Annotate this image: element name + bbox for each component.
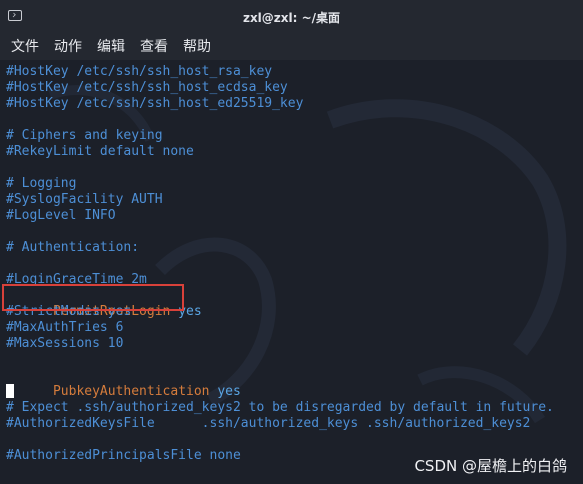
menu-bar: 文件 动作 编辑 查看 帮助 [0, 36, 583, 60]
title-bar: zxl@zxl: ~/桌面 [0, 0, 583, 36]
config-line: #AuthorizedPrincipalsFile none [6, 448, 241, 463]
directive-key: PubkeyAuthentication [52, 384, 210, 399]
config-line: #HostKey /etc/ssh/ssh_host_ed25519_key [6, 96, 304, 111]
highlight-box [2, 284, 184, 311]
config-line: # Logging [6, 176, 77, 191]
terminal-content[interactable]: #HostKey /etc/ssh/ssh_host_rsa_key #Host… [0, 60, 583, 484]
menu-action[interactable]: 动作 [54, 36, 82, 60]
window-title: zxl@zxl: ~/桌面 [242, 11, 341, 25]
csdn-watermark: CSDN @屋檐上的白鸽 [414, 457, 567, 475]
config-line: #HostKey /etc/ssh/ssh_host_rsa_key [6, 64, 273, 79]
terminal-window: zxl@zxl: ~/桌面 文件 动作 编辑 查看 帮助 #HostKey /e… [0, 0, 583, 484]
config-line: #AuthorizedKeysFile .ssh/authorized_keys… [6, 416, 531, 431]
config-line: #SyslogFacility AUTH [6, 192, 163, 207]
text-cursor [6, 384, 14, 398]
config-line: # Ciphers and keying [6, 128, 163, 143]
config-line: # Expect .ssh/authorized_keys2 to be dis… [6, 400, 554, 415]
menu-help[interactable]: 帮助 [183, 36, 211, 60]
menu-edit[interactable]: 编辑 [97, 36, 125, 60]
config-line: #LogLevel INFO [6, 208, 116, 223]
directive-value: yes [217, 384, 241, 399]
menu-view[interactable]: 查看 [140, 36, 168, 60]
config-line: # Authentication: [6, 240, 140, 255]
config-line: #HostKey /etc/ssh/ssh_host_ecdsa_key [6, 80, 288, 95]
menu-file[interactable]: 文件 [11, 36, 39, 60]
config-line: #RekeyLimit default none [6, 144, 194, 159]
config-line: #MaxAuthTries 6 [6, 320, 124, 335]
config-line: #MaxSessions 10 [6, 336, 124, 351]
